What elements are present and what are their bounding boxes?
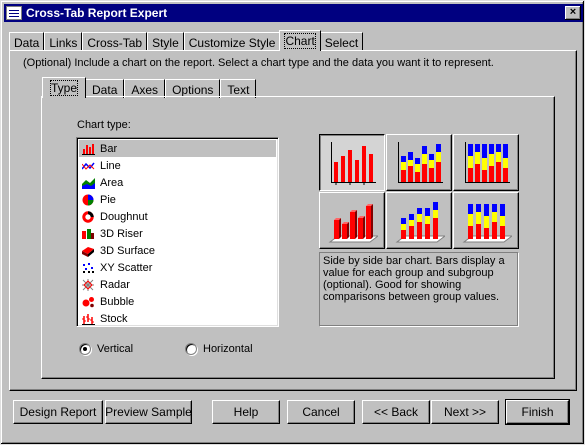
subtype-3d-side-by-side-bar-button[interactable] — [319, 192, 385, 249]
list-item-line[interactable]: Line — [79, 157, 276, 174]
window-title: Cross-Tab Report Expert — [26, 6, 168, 20]
list-item-pie[interactable]: Pie — [79, 191, 276, 208]
instruction-text: (Optional) Include a chart on the report… — [23, 57, 494, 69]
subtype-stacked-bar-button[interactable] — [386, 134, 452, 191]
tab-data[interactable]: Data — [9, 32, 45, 51]
horizontal-radio-label: Horizontal — [203, 343, 253, 355]
back-button[interactable]: << Back — [362, 400, 430, 424]
list-item-area[interactable]: Area — [79, 174, 276, 191]
radar-chart-icon — [82, 278, 95, 291]
inner-tab-strip: Type Data Axes Options Text — [42, 77, 257, 98]
bubble-chart-icon — [82, 296, 95, 308]
vertical-radio-label: Vertical — [97, 343, 134, 355]
pie-chart-icon — [82, 194, 95, 206]
3d-riser-icon — [82, 228, 95, 240]
tab-style[interactable]: Style — [147, 32, 184, 51]
tab-cross-tab[interactable]: Cross-Tab — [82, 32, 148, 51]
chart-type-list[interactable]: Bar Line Area Pie Doughnut 3D Riser 3D S… — [76, 137, 279, 327]
finish-button[interactable]: Finish — [505, 399, 570, 425]
list-item-3d-surface[interactable]: 3D Surface — [79, 242, 276, 259]
design-report-button[interactable]: Design Report — [13, 400, 103, 424]
cancel-button[interactable]: Cancel — [287, 400, 355, 424]
cross-tab-report-expert-window: Cross-Tab Report Expert × Data Links Cro… — [0, 0, 585, 445]
vertical-radio[interactable]: Vertical — [79, 343, 133, 355]
3d-side-by-side-bar-thumbnail — [328, 204, 378, 243]
stacked-bar-thumbnail — [398, 142, 443, 183]
stock-chart-icon — [82, 313, 95, 325]
line-chart-icon — [81, 160, 95, 172]
3d-surface-icon — [82, 245, 95, 257]
percent-bar-thumbnail — [465, 142, 510, 183]
list-item-radar[interactable]: Radar — [79, 276, 276, 293]
list-item-xy-scatter[interactable]: XY Scatter — [79, 259, 276, 276]
vertical-radio-circle[interactable] — [79, 343, 91, 355]
subtype-side-by-side-bar-button[interactable] — [319, 134, 385, 191]
next-button[interactable]: Next >> — [431, 400, 499, 424]
preview-sample-button[interactable]: Preview Sample — [105, 400, 192, 424]
top-tab-strip: Data Links Cross-Tab Style Customize Sty… — [9, 30, 364, 51]
3d-stacked-bar-thumbnail — [395, 202, 445, 243]
tab-select[interactable]: Select — [319, 32, 364, 51]
list-item-bar[interactable]: Bar — [79, 140, 276, 157]
app-icon — [6, 6, 22, 20]
area-chart-icon — [82, 177, 95, 189]
xy-scatter-icon — [82, 262, 95, 274]
chart-description: Side by side bar chart. Bars display a v… — [319, 252, 518, 326]
horizontal-radio[interactable]: Horizontal — [185, 343, 253, 355]
doughnut-chart-icon — [82, 210, 95, 223]
bar-chart-icon — [82, 143, 95, 155]
list-item-3d-riser[interactable]: 3D Riser — [79, 225, 276, 242]
horizontal-radio-circle[interactable] — [185, 343, 197, 355]
subtype-3d-stacked-bar-button[interactable] — [386, 192, 452, 249]
tab-links[interactable]: Links — [44, 32, 83, 51]
help-button[interactable]: Help — [212, 400, 280, 424]
chart-subtype-grid — [319, 134, 519, 249]
subtype-3d-percent-bar-button[interactable] — [453, 192, 519, 249]
tab-chart[interactable]: Chart — [279, 30, 321, 51]
close-button[interactable]: × — [565, 6, 581, 20]
tab-customize-style[interactable]: Customize Style — [183, 32, 281, 51]
list-item-doughnut[interactable]: Doughnut — [79, 208, 276, 225]
side-by-side-bar-thumbnail — [331, 142, 376, 185]
list-item-bubble[interactable]: Bubble — [79, 293, 276, 310]
list-item-stock[interactable]: Stock — [79, 310, 276, 327]
chart-type-label: Chart type: — [77, 119, 131, 131]
subtype-percent-bar-button[interactable] — [453, 134, 519, 191]
inner-tab-type[interactable]: Type — [42, 77, 87, 98]
3d-percent-bar-thumbnail — [462, 204, 512, 243]
title-bar[interactable]: Cross-Tab Report Expert × — [4, 4, 583, 22]
